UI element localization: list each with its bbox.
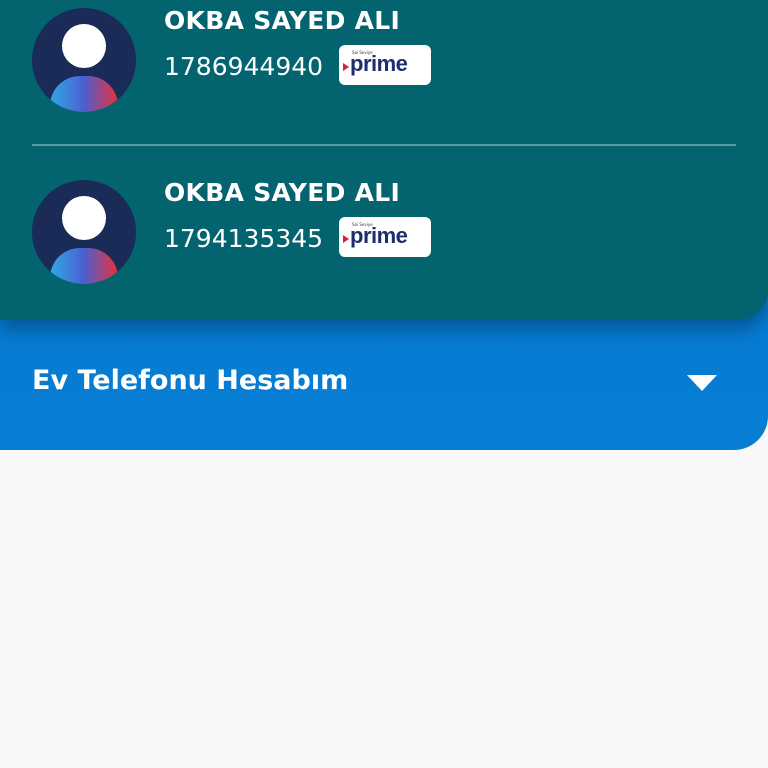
prime-arrow-icon xyxy=(343,63,349,71)
account-divider xyxy=(32,144,736,146)
avatar-body-icon xyxy=(50,248,118,284)
prime-arrow-icon xyxy=(343,235,349,243)
account-name: OKBA SAYED ALI xyxy=(164,178,401,207)
prime-badge: Sai Seviye prime xyxy=(339,45,431,85)
prime-badge: Sai Seviye prime xyxy=(339,217,431,257)
home-phone-dropdown-toggle[interactable] xyxy=(676,362,728,404)
account-number: 1786944940 xyxy=(164,52,324,81)
account-row[interactable]: OKBA SAYED ALI 1786944940 Sai Seviye pri… xyxy=(32,6,736,116)
avatar xyxy=(32,8,136,112)
prime-badge-label: prime xyxy=(350,51,408,76)
prime-badge-label: prime xyxy=(350,223,408,248)
avatar-body-icon xyxy=(50,76,118,112)
account-row[interactable]: OKBA SAYED ALI 1794135345 Sai Seviye pri… xyxy=(32,178,736,288)
home-phone-title[interactable]: Ev Telefonu Hesabım xyxy=(32,365,348,396)
avatar-head-icon xyxy=(62,196,106,240)
chevron-down-icon xyxy=(687,375,717,391)
avatar-head-icon xyxy=(62,24,106,68)
account-name: OKBA SAYED ALI xyxy=(164,6,401,35)
mobile-accounts-card: OKBA SAYED ALI 1786944940 Sai Seviye pri… xyxy=(0,0,768,320)
account-number: 1794135345 xyxy=(164,224,324,253)
avatar xyxy=(32,180,136,284)
